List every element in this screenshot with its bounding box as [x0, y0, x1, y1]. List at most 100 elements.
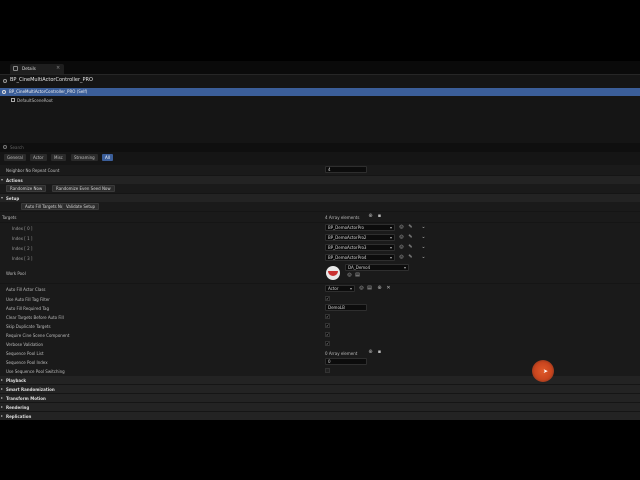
require-scene-checkbox[interactable]: ✓: [325, 332, 330, 337]
eyedropper-icon[interactable]: ✎: [408, 245, 413, 250]
browse-icon[interactable]: ◎: [399, 245, 404, 250]
chevron-right-icon: ▸: [1, 413, 4, 418]
targets-row: Targets 4 Array elements ⊕ ▪: [0, 212, 640, 222]
search-bar[interactable]: Search: [0, 143, 640, 152]
randomize-seed-button[interactable]: Randomize Even Seed Now: [52, 185, 115, 192]
targets-label[interactable]: Targets: [2, 215, 16, 220]
category-rendering[interactable]: ▸ Rendering: [0, 403, 640, 411]
blueprint-icon: [2, 90, 6, 94]
index-label: Index [ 0 ]: [12, 226, 33, 231]
verbose-label: Verbose Validation: [6, 342, 44, 347]
eyedropper-icon[interactable]: ✎: [408, 225, 413, 230]
browse-icon[interactable]: ◎: [399, 225, 404, 230]
filter-all[interactable]: All: [102, 154, 113, 161]
neighbor-field[interactable]: 4: [325, 166, 367, 173]
seq-index-label: Sequence Pool Index: [6, 360, 48, 365]
index-label: Index [ 2 ]: [12, 246, 33, 251]
search-input[interactable]: Search: [10, 145, 24, 150]
chevron-down-icon: ▾: [389, 245, 392, 250]
seq-pool-count: 0 Array element: [325, 351, 358, 356]
close-icon[interactable]: ✕: [386, 286, 391, 291]
eyedropper-icon[interactable]: ✎: [408, 235, 413, 240]
filter-general[interactable]: General: [4, 154, 26, 161]
use-seq-checkbox[interactable]: [325, 368, 330, 373]
clear-targets-checkbox[interactable]: ✓: [325, 314, 330, 319]
add-element-icon[interactable]: ⊕: [368, 214, 373, 219]
scene-root-icon: [11, 98, 15, 102]
category-actions[interactable]: ▾ Actions: [0, 176, 640, 184]
auto-fill-tag-field[interactable]: DemoLB: [325, 304, 367, 311]
add-element-icon[interactable]: ⊕: [368, 350, 373, 355]
skip-dupes-label: Skip Duplicate Targets: [6, 324, 51, 329]
target-value: BP_DemoActorPro3: [328, 245, 367, 250]
category-transform-label: Transform Motion: [6, 396, 46, 401]
verbose-checkbox[interactable]: ✓: [325, 341, 330, 346]
chevron-right-icon: ▸: [1, 404, 4, 409]
trash-icon[interactable]: ▪: [377, 214, 382, 219]
target-dropdown[interactable]: BP_DemoActorPro ▾: [325, 224, 395, 231]
use-seq-label: Use Sequence Pool Switching: [6, 369, 65, 374]
browse-icon[interactable]: ◎: [399, 255, 404, 260]
chevron-down-icon[interactable]: ⌄: [421, 255, 426, 260]
scene-root-label: DefaultSceneRoot: [17, 98, 53, 103]
chevron-down-icon[interactable]: ⌄: [421, 245, 426, 250]
auto-fill-class-dropdown[interactable]: Actor ▾: [325, 285, 355, 292]
category-transform[interactable]: ▸ Transform Motion: [0, 394, 640, 402]
require-scene-label: Require Cine Scene Component: [6, 333, 70, 338]
target-dropdown[interactable]: BP_DemoActorPro3 ▾: [325, 244, 395, 251]
chevron-down-icon[interactable]: ⌄: [421, 225, 426, 230]
work-pool-dropdown[interactable]: DA_Demo4 ▾: [345, 264, 409, 271]
close-icon[interactable]: ×: [56, 65, 60, 71]
auto-fill-filter-checkbox[interactable]: ✓: [325, 296, 330, 301]
seq-pool-label: Sequence Pool List: [6, 351, 44, 356]
seq-index-field[interactable]: 0: [325, 358, 367, 365]
target-index-1: Index [ 1 ] BP_DemoActorPro2 ▾ ◎ ✎ ⌄: [0, 233, 640, 243]
filter-misc[interactable]: Misc: [51, 154, 66, 161]
browse-icon[interactable]: ◎: [399, 235, 404, 240]
validate-button[interactable]: Validate Setup: [62, 203, 100, 210]
tab-bar: Details ×: [0, 61, 640, 75]
skip-dupes-checkbox[interactable]: ✓: [325, 323, 330, 328]
filter-tabs: General Actor Misc Streaming All: [0, 153, 640, 163]
chevron-down-icon: ▾: [389, 225, 392, 230]
component-scene-root[interactable]: DefaultSceneRoot: [0, 97, 640, 104]
randomize-now-button[interactable]: Randomize Now: [6, 185, 47, 192]
folder-icon[interactable]: ▤: [367, 286, 372, 291]
filter-actor[interactable]: Actor: [30, 154, 47, 161]
tab-details-label: Details: [22, 66, 36, 71]
neighbor-row: Neighbor No Repeat Count 4: [0, 165, 640, 175]
browse-icon[interactable]: ◎: [359, 286, 364, 291]
cursor-icon: ➤: [543, 368, 549, 375]
eyedropper-icon[interactable]: ✎: [408, 255, 413, 260]
work-pool-value: DA_Demo4: [348, 265, 371, 270]
search-icon: [3, 145, 7, 149]
details-panel: Details × BP_CineMultiActorController_PR…: [0, 61, 640, 420]
component-self-row[interactable]: BP_CineMultiActorController_PRO (Self): [0, 88, 640, 96]
chevron-down-icon: ▾: [1, 177, 4, 182]
category-smart-rand[interactable]: ▸ Smart Randomization: [0, 385, 640, 393]
chevron-right-icon: ▸: [1, 395, 4, 400]
target-dropdown[interactable]: BP_DemoActorPro2 ▾: [325, 234, 395, 241]
category-smart-rand-label: Smart Randomization: [6, 387, 55, 392]
category-setup[interactable]: ▾ Setup: [0, 194, 640, 202]
filter-streaming[interactable]: Streaming: [71, 154, 98, 161]
index-label: Index [ 3 ]: [12, 256, 33, 261]
index-label: Index [ 1 ]: [12, 236, 33, 241]
category-rendering-label: Rendering: [6, 405, 30, 410]
browse-icon[interactable]: ◎: [347, 273, 352, 278]
folder-icon[interactable]: ▤: [355, 273, 360, 278]
tab-details[interactable]: Details ×: [10, 64, 64, 74]
chevron-down-icon: ▾: [1, 195, 4, 200]
component-self-label: BP_CineMultiActorController_PRO (Self): [9, 89, 88, 94]
chevron-right-icon: ▸: [1, 386, 4, 391]
actor-title: BP_CineMultiActorController_PRO: [10, 77, 93, 83]
add-icon[interactable]: ⊕: [377, 286, 382, 291]
target-value: BP_DemoActorPro2: [328, 235, 367, 240]
targets-count: 4 Array elements: [325, 215, 360, 220]
auto-fill-class-row: Auto Fill Actor Class Actor ▾ ◎ ▤ ⊕ ✕: [0, 284, 640, 294]
target-dropdown[interactable]: BP_DemoActorPro4 ▾: [325, 254, 395, 261]
chevron-down-icon[interactable]: ⌄: [421, 235, 426, 240]
category-replication[interactable]: ▸ Replication: [0, 412, 640, 420]
target-index-2: Index [ 2 ] BP_DemoActorPro3 ▾ ◎ ✎ ⌄: [0, 243, 640, 253]
trash-icon[interactable]: ▪: [377, 350, 382, 355]
